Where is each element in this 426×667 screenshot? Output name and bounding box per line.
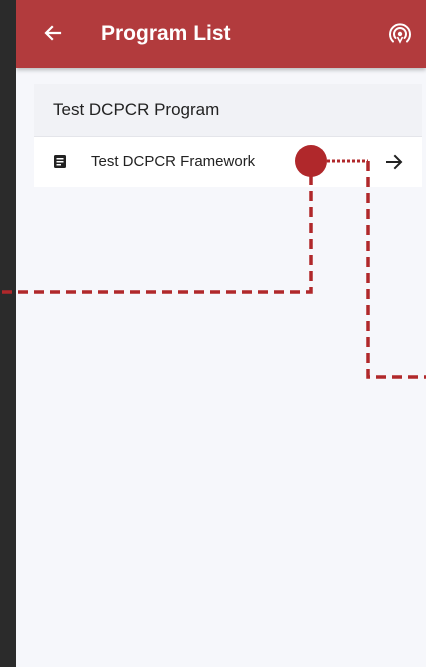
- broadcast-button[interactable]: [386, 20, 414, 48]
- back-button[interactable]: [40, 20, 66, 46]
- arrow-left-icon: [44, 25, 62, 41]
- arrow-right-icon[interactable]: [384, 152, 404, 172]
- framework-label: Test DCPCR Framework: [91, 153, 256, 170]
- device-frame: Program List Test DCPCR Program Test DCP…: [0, 0, 426, 667]
- program-card: Test DCPCR Program Test DCPCR Framework: [34, 84, 422, 187]
- page-title: Program List: [101, 22, 231, 45]
- app-screen: Program List Test DCPCR Program Test DCP…: [16, 0, 426, 667]
- program-name: Test DCPCR Program: [34, 84, 422, 137]
- document-icon: [54, 155, 66, 168]
- broadcast-icon: [389, 23, 411, 44]
- framework-list-item[interactable]: Test DCPCR Framework: [34, 137, 422, 187]
- app-bar: Program List: [16, 0, 426, 68]
